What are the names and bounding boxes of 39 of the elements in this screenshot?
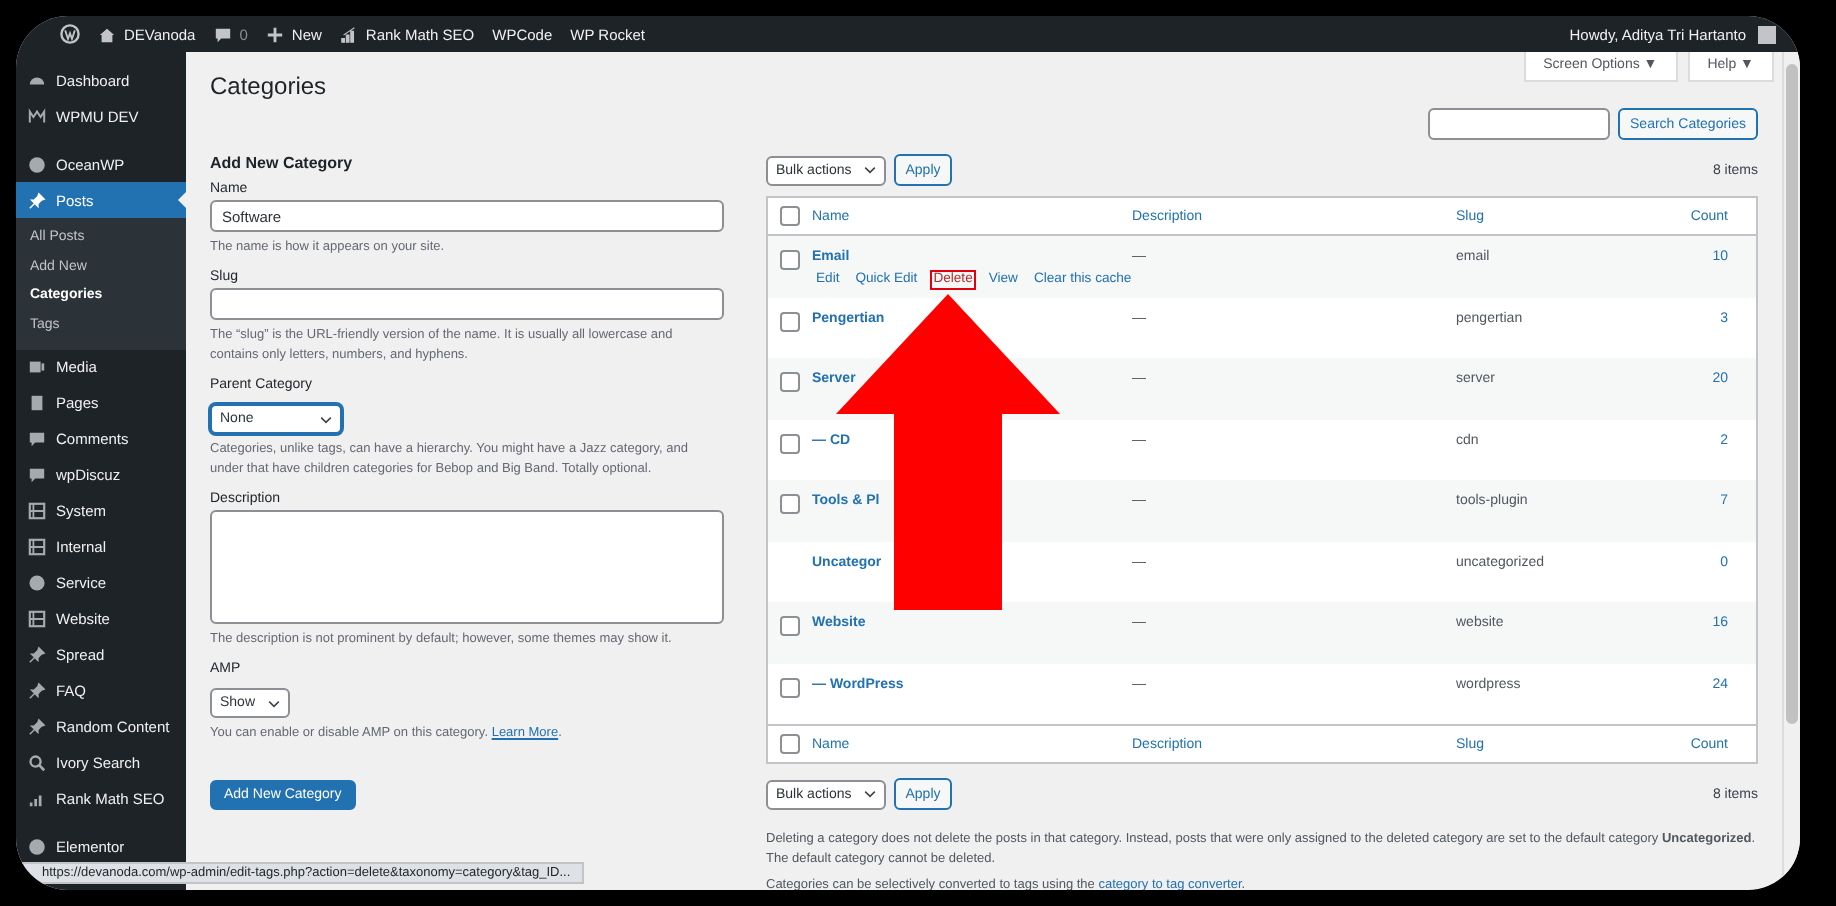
chevron-down-icon <box>863 166 876 174</box>
pin-icon <box>28 191 46 209</box>
gauge-icon <box>28 71 46 89</box>
photo-icon <box>28 358 46 377</box>
plus-icon <box>265 25 284 43</box>
select-all-checkbox[interactable] <box>780 734 800 754</box>
text-field[interactable] <box>210 288 724 320</box>
bar-chart-icon <box>339 25 358 43</box>
wordpress-logo-icon[interactable] <box>60 24 80 44</box>
chevron-down-icon <box>863 790 876 798</box>
page-icon <box>28 394 46 413</box>
wave-icon <box>28 107 46 125</box>
comment-icon <box>213 25 232 43</box>
search-field[interactable] <box>1428 108 1611 140</box>
form-heading: Add New Category <box>210 154 355 172</box>
textarea-field[interactable] <box>210 510 724 624</box>
pin-icon <box>28 682 46 701</box>
grid-icon <box>28 610 46 629</box>
page-title: Categories <box>210 72 327 100</box>
row-checkbox[interactable] <box>780 494 800 514</box>
row-checkbox[interactable] <box>780 433 800 453</box>
row-checkbox[interactable] <box>780 311 800 331</box>
bars-icon <box>28 790 46 809</box>
row-checkbox[interactable] <box>780 616 800 636</box>
circle-icon <box>28 155 46 173</box>
row-checkbox[interactable] <box>780 677 800 697</box>
search-icon <box>28 754 46 773</box>
grid-icon <box>28 538 46 557</box>
chevron-down-icon <box>320 415 332 423</box>
chevron-down-icon <box>267 699 280 707</box>
pin-icon <box>28 718 46 737</box>
pin-icon <box>28 646 46 665</box>
grid-icon <box>28 502 46 521</box>
row-checkbox[interactable] <box>780 250 800 270</box>
circle-icon <box>28 838 46 857</box>
avatar <box>1758 25 1776 43</box>
home-icon <box>98 25 116 43</box>
row-checkbox[interactable] <box>780 372 800 392</box>
select-all-checkbox[interactable] <box>780 206 800 226</box>
